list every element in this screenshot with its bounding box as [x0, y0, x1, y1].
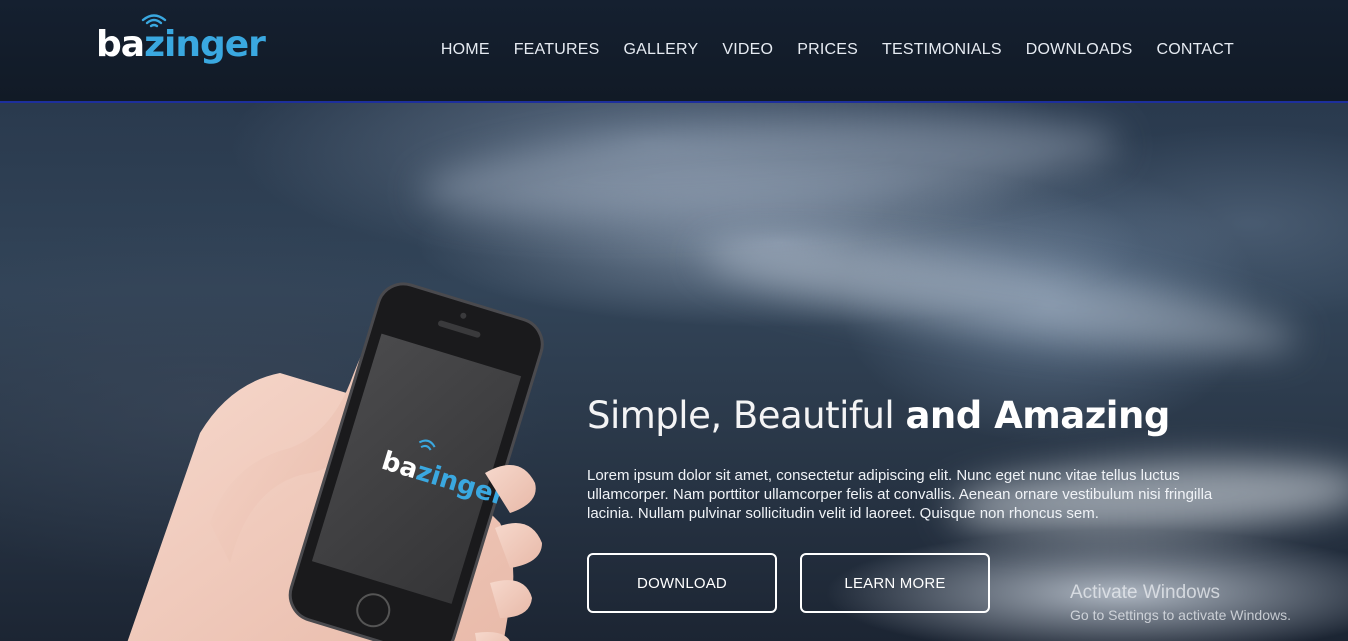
background-streak [698, 221, 1302, 375]
nav-gallery[interactable]: GALLERY [611, 40, 710, 60]
phone-in-hand-image: bazinger [127, 282, 544, 641]
hero-title-bold: and Amazing [905, 394, 1170, 437]
logo[interactable]: bazinger [96, 14, 266, 74]
hero-title-light: Simple, Beautiful [587, 394, 906, 437]
nav-home[interactable]: HOME [429, 40, 502, 60]
background-streak [417, 103, 1123, 238]
activate-windows-subtitle: Go to Settings to activate Windows. [1070, 607, 1291, 623]
activate-windows-title: Activate Windows [1070, 582, 1220, 603]
nav-contact[interactable]: CONTACT [1144, 40, 1246, 60]
logo-text-part1: ba [96, 24, 145, 65]
logo-text-part2: zinger [144, 24, 266, 65]
hero-title: Simple, Beautiful and Amazing [587, 394, 1170, 438]
nav-features[interactable]: FEATURES [502, 40, 612, 60]
nav-testimonials[interactable]: TESTIMONIALS [870, 40, 1014, 60]
landing-page: bazinger HOME FEATURES GALLERY VIDEO PRI… [0, 0, 1348, 641]
main-nav: HOME FEATURES GALLERY VIDEO PRICES TESTI… [429, 40, 1246, 60]
logo-text: bazinger [96, 24, 266, 66]
hero-description: Lorem ipsum dolor sit amet, consectetur … [587, 467, 1213, 522]
activate-windows-watermark: Activate Windows Go to Settings to activ… [1070, 581, 1291, 625]
nav-prices[interactable]: PRICES [785, 40, 870, 60]
learn-more-button[interactable]: LEARN MORE [800, 553, 990, 613]
nav-downloads[interactable]: DOWNLOADS [1014, 40, 1145, 60]
hero-section: bazinger Simple, Beautiful and Amazing L… [0, 103, 1348, 641]
nav-video[interactable]: VIDEO [710, 40, 785, 60]
download-button[interactable]: DOWNLOAD [587, 553, 777, 613]
site-header: bazinger HOME FEATURES GALLERY VIDEO PRI… [0, 0, 1348, 103]
